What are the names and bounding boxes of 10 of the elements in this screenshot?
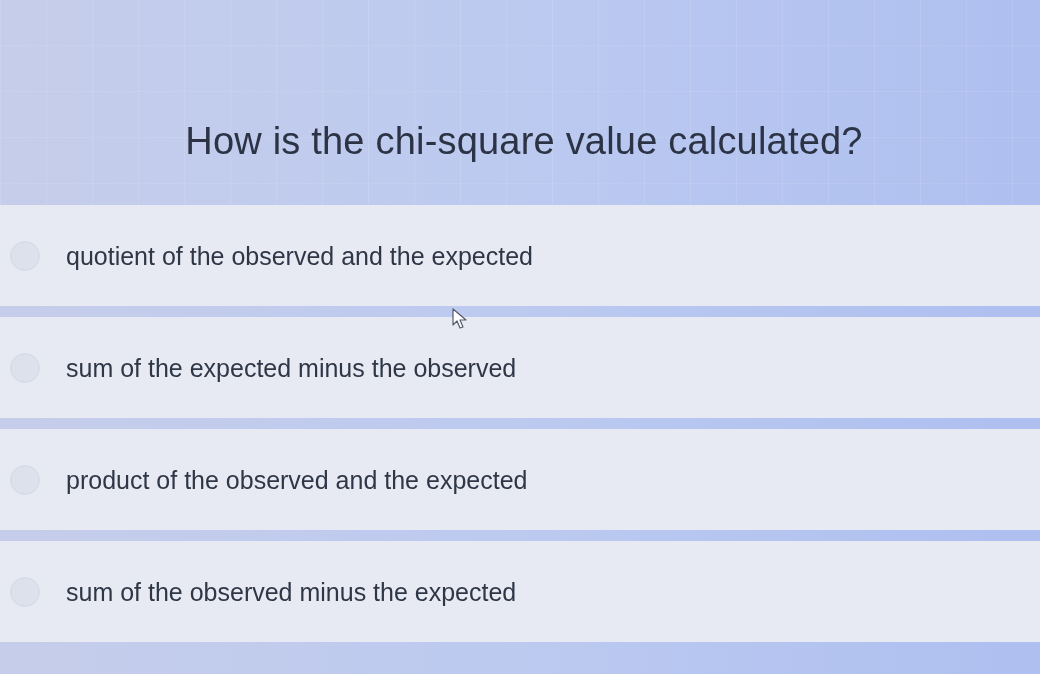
question-text: How is the chi-square value calculated?	[184, 119, 863, 163]
cursor-arrow-icon	[452, 308, 468, 330]
answer-option[interactable]: product of the observed and the expected	[0, 429, 1040, 530]
option-label: product of the observed and the expected	[66, 464, 528, 496]
answer-option[interactable]: quotient of the observed and the expected	[0, 205, 1040, 306]
option-label: quotient of the observed and the expected	[66, 240, 534, 272]
option-label: sum of the expected minus the observed	[66, 352, 517, 384]
option-label: sum of the observed minus the expected	[66, 576, 517, 608]
answer-option[interactable]: sum of the observed minus the expected	[0, 541, 1040, 642]
answer-option[interactable]: sum of the expected minus the observed	[0, 317, 1040, 418]
